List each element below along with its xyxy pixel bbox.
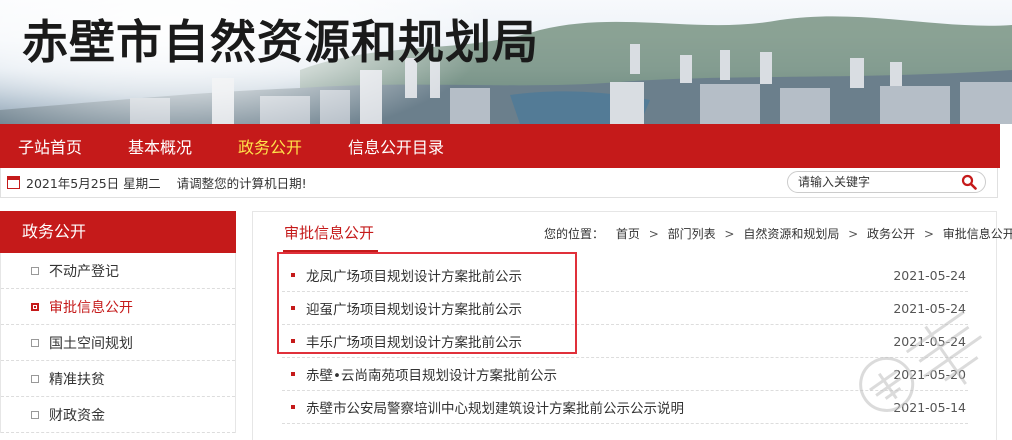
date-hint: 请调整您的计算机日期! bbox=[176, 176, 307, 191]
article-date: 2021-05-24 bbox=[893, 268, 966, 283]
article-title-link[interactable]: 赤壁市公安局警察培训中心规划建筑设计方案批前公示公示说明 bbox=[306, 397, 684, 417]
bullet-icon bbox=[291, 339, 295, 343]
bullet-icon bbox=[291, 273, 295, 277]
breadcrumb: 您的位置： 首页 > 部门列表 > 自然资源和规划局 > 政务公开 > 审批信息… bbox=[544, 225, 1012, 242]
square-bullet-icon bbox=[31, 302, 39, 311]
sidebar-item-label: 审批信息公开 bbox=[49, 299, 133, 316]
search-box bbox=[787, 171, 986, 193]
search-input[interactable] bbox=[798, 174, 958, 190]
breadcrumb-separator: > bbox=[724, 227, 735, 241]
nav-item-home[interactable]: 子站首页 bbox=[18, 134, 82, 158]
bullet-icon bbox=[291, 405, 295, 409]
sidebar-item-real-estate[interactable]: 不动产登记 bbox=[1, 253, 235, 289]
sidebar-title: 政务公开 bbox=[0, 211, 236, 253]
sidebar-item-approval-info[interactable]: 审批信息公开 bbox=[1, 289, 235, 325]
sidebar-item-label: 精准扶贫 bbox=[49, 371, 105, 388]
breadcrumb-dept-list[interactable]: 部门列表 bbox=[668, 227, 716, 241]
section-title: 审批信息公开 bbox=[284, 224, 375, 242]
nav-item-gov-affairs[interactable]: 政务公开 bbox=[238, 134, 302, 158]
breadcrumb-separator: > bbox=[923, 227, 934, 241]
breadcrumb-bureau[interactable]: 自然资源和规划局 bbox=[743, 227, 839, 241]
content-header: 审批信息公开 您的位置： 首页 > 部门列表 > 自然资源和规划局 > 政务公开… bbox=[253, 212, 1012, 252]
info-bar: 2021年5月25日 星期二 请调整您的计算机日期! bbox=[0, 168, 998, 198]
list-item: 龙凤广场项目规划设计方案批前公示 2021-05-24 bbox=[282, 259, 968, 292]
sidebar-item-label: 财政资金 bbox=[49, 407, 105, 424]
sidebar-item-spatial-planning[interactable]: 国土空间规划 bbox=[1, 325, 235, 361]
header-banner: 赤壁市自然资源和规划局 bbox=[0, 0, 1012, 124]
breadcrumb-separator: > bbox=[648, 227, 659, 241]
nav-item-info-catalog[interactable]: 信息公开目录 bbox=[348, 134, 444, 158]
breadcrumb-home[interactable]: 首页 bbox=[616, 227, 640, 241]
sidebar-item-fiscal-funds[interactable]: 财政资金 bbox=[1, 397, 235, 433]
main-nav: 子站首页 基本概况 政务公开 信息公开目录 bbox=[0, 124, 1000, 168]
calendar-icon bbox=[7, 176, 20, 189]
search-icon[interactable] bbox=[961, 174, 977, 190]
square-bullet-icon bbox=[31, 266, 39, 275]
site-title: 赤壁市自然资源和规划局 bbox=[22, 15, 539, 69]
watermark-logo-icon bbox=[859, 310, 983, 412]
breadcrumb-prefix: 您的位置： bbox=[544, 227, 605, 241]
bullet-icon bbox=[291, 306, 295, 310]
current-date: 2021年5月25日 星期二 bbox=[26, 176, 161, 191]
article-title-link[interactable]: 迎虿广场项目规划设计方案批前公示 bbox=[306, 298, 522, 318]
section-title-underline bbox=[283, 250, 378, 252]
article-title-link[interactable]: 丰乐广场项目规划设计方案批前公示 bbox=[306, 331, 522, 351]
sidebar-item-label: 不动产登记 bbox=[49, 263, 119, 280]
sidebar: 政务公开 不动产登记 审批信息公开 国土空间规划 精准扶贫 财政资金 bbox=[0, 211, 236, 440]
breadcrumb-gov-affairs[interactable]: 政务公开 bbox=[867, 227, 915, 241]
sidebar-item-label: 国土空间规划 bbox=[49, 335, 133, 352]
breadcrumb-current[interactable]: 审批信息公开 bbox=[943, 227, 1012, 241]
sidebar-item-poverty-alleviation[interactable]: 精准扶贫 bbox=[1, 361, 235, 397]
square-bullet-icon bbox=[31, 410, 39, 419]
breadcrumb-separator: > bbox=[848, 227, 859, 241]
sidebar-list: 不动产登记 审批信息公开 国土空间规划 精准扶贫 财政资金 bbox=[0, 253, 236, 433]
square-bullet-icon bbox=[31, 374, 39, 383]
square-bullet-icon bbox=[31, 338, 39, 347]
article-title-link[interactable]: 赤壁•云尚南苑项目规划设计方案批前公示 bbox=[306, 364, 557, 384]
bullet-icon bbox=[291, 372, 295, 376]
article-title-link[interactable]: 龙凤广场项目规划设计方案批前公示 bbox=[306, 265, 522, 285]
nav-item-overview[interactable]: 基本概况 bbox=[128, 134, 192, 158]
